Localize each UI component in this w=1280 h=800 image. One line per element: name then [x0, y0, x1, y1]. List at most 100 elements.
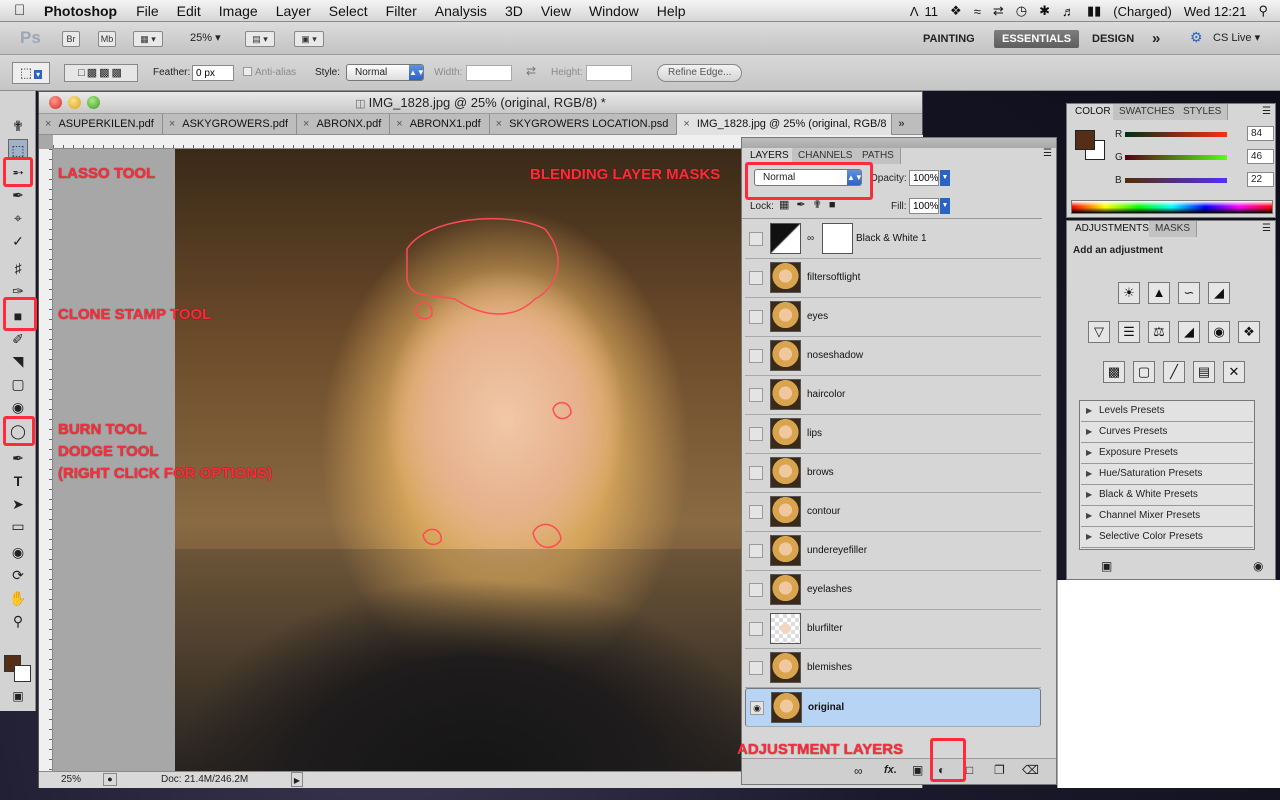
menu-view[interactable]: View	[532, 3, 580, 19]
curves-icon[interactable]: ∽	[1178, 282, 1200, 304]
menu-help[interactable]: Help	[648, 3, 695, 19]
panel-menu-icon[interactable]: ☰	[1262, 223, 1271, 234]
eye-icon[interactable]: ◉	[750, 701, 764, 715]
brightness-contrast-icon[interactable]: ☀	[1118, 282, 1140, 304]
close-icon[interactable]: ×	[45, 118, 51, 130]
layer-row[interactable]: eyelashes	[745, 571, 1041, 610]
tab-masks[interactable]: MASKS	[1149, 221, 1198, 237]
close-window-button[interactable]	[49, 96, 62, 109]
preset-channel-mixer[interactable]: Channel Mixer Presets	[1081, 506, 1253, 527]
shape-tool-icon[interactable]: ▭	[8, 516, 28, 536]
volume-icon[interactable]: ♬	[1056, 4, 1081, 19]
blur-tool-icon[interactable]: ◉	[8, 397, 28, 417]
apple-icon[interactable]: 	[14, 2, 36, 19]
menu-select[interactable]: Select	[320, 3, 377, 19]
r-slider[interactable]	[1125, 132, 1227, 137]
doc-tab[interactable]: × SKYGROWERS LOCATION.psd	[490, 114, 678, 135]
new-layer-icon[interactable]: ❐	[994, 763, 1005, 777]
history-brush-tool-icon[interactable]: ✐	[8, 329, 28, 349]
visibility-toggle[interactable]	[749, 232, 763, 246]
close-icon[interactable]: ×	[303, 118, 309, 130]
3d-rotate-tool-icon[interactable]: ◉	[8, 542, 28, 562]
layer-row[interactable]: eyes	[745, 298, 1041, 337]
refine-edge-button[interactable]: Refine Edge...	[657, 64, 743, 82]
preset-black-white[interactable]: Black & White Presets	[1081, 485, 1253, 506]
marquee-tool-icon[interactable]: ⬚	[8, 139, 28, 159]
minimize-window-button[interactable]	[68, 96, 81, 109]
panel-menu-icon[interactable]: ☰	[1043, 148, 1052, 159]
antialias-checkbox[interactable]	[243, 67, 252, 76]
status-zoom[interactable]: 25%	[61, 772, 81, 788]
workspace-painting[interactable]: PAINTING	[915, 30, 983, 48]
layer-mask-thumbnail[interactable]	[822, 223, 853, 254]
view-icon[interactable]: ◉	[1253, 559, 1263, 573]
clip-icon[interactable]: ▣	[1101, 559, 1112, 573]
preset-selective-color[interactable]: Selective Color Presets	[1081, 527, 1253, 548]
invert-icon[interactable]: ▩	[1103, 361, 1125, 383]
menu-app-name[interactable]: Photoshop	[36, 3, 127, 19]
color-spectrum[interactable]	[1071, 200, 1273, 214]
fg-color-swatch[interactable]	[1075, 130, 1095, 150]
background-color-swatch[interactable]	[14, 665, 31, 682]
layer-row[interactable]: brows	[745, 454, 1041, 493]
fx-button[interactable]: fx.	[884, 764, 897, 776]
levels-icon[interactable]: ▲	[1148, 282, 1170, 304]
path-selection-tool-icon[interactable]: ➤	[8, 494, 28, 514]
close-icon[interactable]: ×	[169, 118, 175, 130]
document-title-bar[interactable]: ◫ IMG_1828.jpg @ 25% (original, RGB/8) *	[39, 92, 922, 114]
visibility-toggle[interactable]	[749, 583, 763, 597]
visibility-toggle[interactable]	[749, 310, 763, 324]
workspace-design[interactable]: DESIGN	[1084, 30, 1142, 48]
swap-icon[interactable]: ⇄	[526, 64, 536, 78]
close-icon[interactable]: ×	[396, 118, 402, 130]
visibility-toggle[interactable]	[749, 349, 763, 363]
visibility-toggle[interactable]	[749, 466, 763, 480]
visibility-toggle[interactable]	[749, 388, 763, 402]
gradient-tool-icon[interactable]: ▢	[8, 374, 28, 394]
spotlight-icon[interactable]: ⚲	[1252, 3, 1280, 19]
panel-menu-icon[interactable]: ☰	[1262, 106, 1271, 117]
g-slider[interactable]	[1125, 155, 1227, 160]
gradient-map-icon[interactable]: ▤	[1193, 361, 1215, 383]
b-slider[interactable]	[1125, 178, 1227, 183]
adobe-icon[interactable]: Λ	[904, 4, 925, 19]
ruler-vertical[interactable]	[39, 149, 53, 771]
menu-analysis[interactable]: Analysis	[426, 3, 496, 19]
opacity-dropdown-icon[interactable]: ▼	[940, 170, 950, 186]
visibility-toggle[interactable]	[749, 622, 763, 636]
width-input[interactable]	[466, 65, 512, 81]
tab-adjustments[interactable]: ADJUSTMENTS	[1069, 221, 1156, 237]
type-tool-icon[interactable]: T	[8, 471, 28, 491]
quick-selection-tool-icon[interactable]: ✒	[8, 185, 28, 205]
tab-color[interactable]: COLOR	[1069, 104, 1118, 120]
hue-saturation-icon[interactable]: ☰	[1118, 321, 1140, 343]
channel-mixer-icon[interactable]: ❖	[1238, 321, 1260, 343]
eraser-tool-icon[interactable]: ◥	[8, 351, 28, 371]
doc-tab[interactable]: × ABRONX.pdf	[297, 114, 391, 135]
layer-row[interactable]: lips	[745, 415, 1041, 454]
crop-tool-icon[interactable]: ⌖	[8, 208, 28, 228]
eyedropper-tool-icon[interactable]: ✓	[8, 231, 28, 251]
zoom-tool-icon[interactable]: ⚲	[8, 611, 28, 631]
menu-3d[interactable]: 3D	[496, 3, 532, 19]
link-layers-icon[interactable]: ∞	[854, 764, 863, 778]
preset-levels[interactable]: Levels Presets	[1081, 401, 1253, 422]
battery-icon[interactable]: ▮▮	[1081, 3, 1107, 19]
exposure-icon[interactable]: ◢	[1208, 282, 1230, 304]
fill-input[interactable]	[909, 198, 939, 214]
zoom-window-button[interactable]	[87, 96, 100, 109]
layers-panel-titlebar[interactable]	[742, 138, 1056, 148]
3d-orbit-tool-icon[interactable]: ⟳	[8, 565, 28, 585]
menu-file[interactable]: File	[127, 3, 168, 19]
visibility-toggle[interactable]	[749, 505, 763, 519]
feather-input[interactable]	[192, 65, 234, 81]
tab-styles[interactable]: STYLES	[1177, 104, 1229, 120]
style-select[interactable]: Normal ▲▼	[346, 64, 425, 81]
workspace-essentials[interactable]: ESSENTIALS	[994, 30, 1080, 48]
layer-row[interactable]: undereyefiller	[745, 532, 1041, 571]
selective-color-icon[interactable]: ✕	[1223, 361, 1245, 383]
zoom-level[interactable]: 25% ▾	[190, 31, 221, 44]
tab-swatches[interactable]: SWATCHES	[1113, 104, 1182, 120]
g-value[interactable]: 46	[1247, 149, 1274, 164]
vibrance-icon[interactable]: ▽	[1088, 321, 1110, 343]
